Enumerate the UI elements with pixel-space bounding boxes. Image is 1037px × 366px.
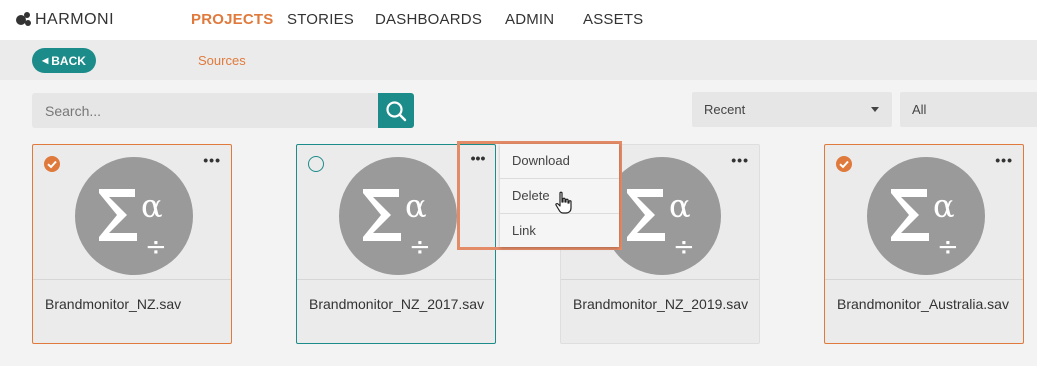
source-card[interactable]: ••• α ÷ Brandmonitor_Australia.sav — [824, 144, 1024, 344]
more-options-icon[interactable]: ••• — [995, 153, 1013, 167]
menu-item-download[interactable]: Download — [500, 144, 619, 178]
breadcrumb-sources[interactable]: Sources — [198, 53, 246, 68]
logo-mark-icon — [16, 12, 32, 28]
search-input[interactable] — [32, 93, 378, 128]
sort-select[interactable]: Recent — [692, 92, 892, 127]
search-button[interactable] — [378, 93, 414, 128]
nav-dashboards[interactable]: DASHBOARDS — [375, 11, 482, 28]
hand-pointer-cursor-icon — [555, 191, 572, 214]
check-icon — [839, 160, 849, 169]
nav-assets[interactable]: ASSETS — [583, 11, 643, 28]
source-card-name: Brandmonitor_NZ.sav — [45, 296, 182, 312]
svg-text:α: α — [141, 187, 163, 225]
nav-stories[interactable]: STORIES — [287, 11, 354, 28]
source-card-name: Brandmonitor_NZ_2017.sav — [309, 296, 485, 312]
checkbox-unchecked[interactable] — [308, 156, 324, 172]
source-card-name: Brandmonitor_Australia.sav — [837, 296, 1009, 312]
search-icon — [386, 100, 407, 121]
scope-select-value: All — [912, 102, 927, 117]
svg-text:÷: ÷ — [409, 232, 431, 262]
nav-projects[interactable]: PROJECTS — [191, 11, 273, 28]
back-button[interactable]: ◀ BACK — [32, 48, 96, 73]
harmoni-logo[interactable]: HARMONI — [16, 11, 114, 29]
source-card[interactable]: ••• α ÷ Brandmonitor_NZ.sav — [32, 144, 232, 344]
more-options-icon[interactable]: ••• — [203, 153, 221, 167]
svg-text:α: α — [405, 187, 427, 225]
more-options-icon[interactable]: ••• — [463, 151, 493, 171]
check-icon — [47, 160, 57, 169]
sort-select-value: Recent — [704, 102, 746, 117]
chevron-left-icon: ◀ — [42, 56, 49, 65]
source-card-name: Brandmonitor_NZ_2019.sav — [573, 296, 749, 312]
top-navigation: HARMONI PROJECTS STORIES DASHBOARDS ADMI… — [0, 0, 1037, 40]
svg-text:α: α — [669, 187, 691, 225]
scope-select[interactable]: All — [900, 92, 1037, 127]
sigma-alpha-divide-icon: α ÷ — [339, 157, 457, 275]
svg-text:α: α — [933, 187, 955, 225]
nav-admin[interactable]: ADMIN — [505, 11, 554, 28]
sigma-alpha-divide-icon: α ÷ — [867, 157, 985, 275]
more-options-icon[interactable]: ••• — [731, 153, 749, 167]
logo-text: HARMONI — [35, 11, 115, 28]
caret-down-icon — [871, 107, 879, 112]
svg-text:÷: ÷ — [673, 232, 695, 262]
checkbox-checked[interactable] — [836, 156, 852, 172]
svg-text:÷: ÷ — [937, 232, 959, 262]
svg-text:÷: ÷ — [145, 232, 167, 262]
menu-item-link[interactable]: Link — [500, 214, 619, 248]
back-button-label: BACK — [51, 53, 86, 68]
sub-toolbar — [0, 40, 1037, 80]
sigma-alpha-divide-icon: α ÷ — [75, 157, 193, 275]
checkbox-checked[interactable] — [44, 156, 60, 172]
